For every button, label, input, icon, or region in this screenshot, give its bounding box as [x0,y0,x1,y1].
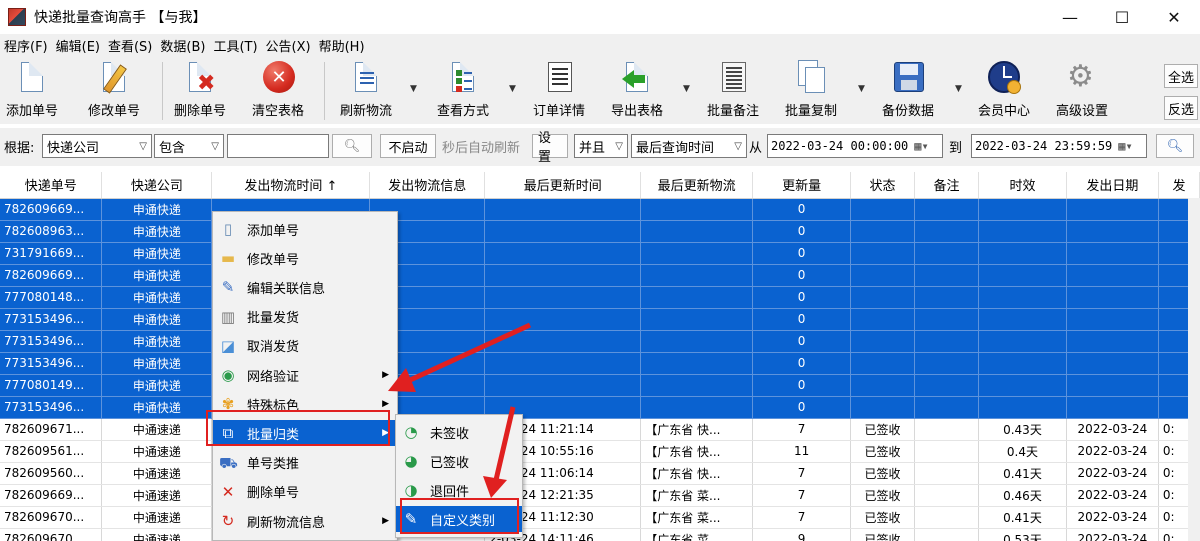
arrow-to-custom-category [483,406,516,498]
arrow-to-network-verify [388,322,532,392]
annotation-arrows [388,322,532,498]
